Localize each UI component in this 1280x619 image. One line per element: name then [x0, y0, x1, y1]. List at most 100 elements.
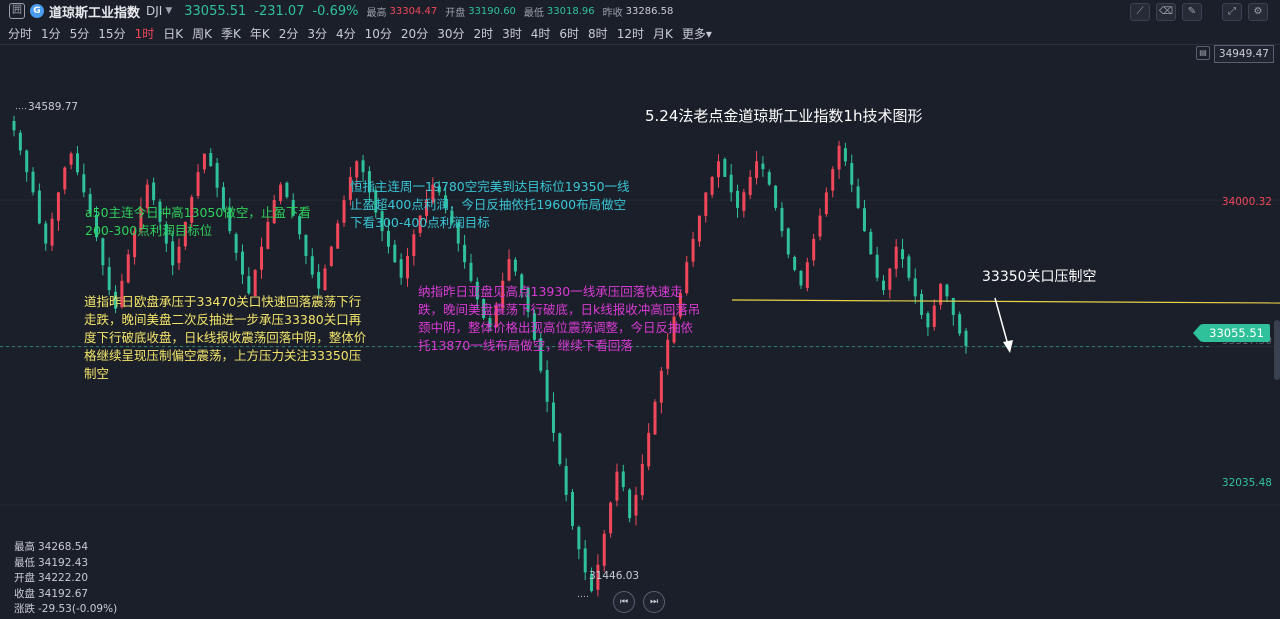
- candle-body: [913, 278, 917, 297]
- candle-body: [850, 163, 854, 185]
- candle-body: [75, 153, 79, 173]
- candle-body: [875, 254, 879, 278]
- candle-body: [824, 192, 828, 215]
- candle-body: [729, 174, 733, 193]
- candle-body: [317, 271, 321, 289]
- price-change-pct: -0.69%: [312, 3, 359, 19]
- candle-body: [577, 527, 581, 550]
- price-change: -231.07: [254, 3, 305, 19]
- candle-body: [564, 466, 568, 495]
- tab-period[interactable]: 2分: [279, 25, 299, 42]
- candle-body: [609, 502, 613, 534]
- candle-body: [653, 401, 657, 435]
- high-label: 最高: [366, 7, 387, 19]
- tab-period[interactable]: 20分: [401, 25, 428, 42]
- tab-period[interactable]: 1分: [41, 25, 61, 42]
- candle-body: [723, 159, 727, 177]
- candle-body: [793, 257, 797, 270]
- candle-body: [755, 161, 759, 179]
- eraser-icon[interactable]: ⌫: [1156, 3, 1176, 21]
- chevron-down-icon[interactable]: ▼: [165, 6, 172, 16]
- candle-body: [818, 215, 822, 237]
- instrument-code[interactable]: DJI: [146, 4, 162, 18]
- pencil-icon[interactable]: ✎: [1182, 3, 1202, 21]
- candle-body: [44, 223, 48, 244]
- tab-period[interactable]: 3时: [502, 25, 522, 42]
- tab-period[interactable]: 10分: [365, 25, 392, 42]
- candle-body: [101, 238, 105, 266]
- tab-period[interactable]: 3分: [307, 25, 327, 42]
- candle-body: [736, 190, 740, 208]
- candle-body: [336, 223, 340, 249]
- instrument-name[interactable]: 道琼斯工业指数: [49, 2, 140, 21]
- info-low-value: 34192.43: [38, 556, 89, 569]
- candle-body: [202, 153, 206, 170]
- candle-body: [602, 533, 606, 566]
- candle-body: [551, 402, 555, 433]
- chart-title-annotation: 5.24法老点金道琼斯工业指数1h技术图形: [645, 107, 923, 125]
- candle-body: [25, 150, 29, 173]
- tab-period[interactable]: 12时: [617, 25, 644, 42]
- tab-period[interactable]: 6时: [559, 25, 579, 42]
- tab-period[interactable]: 5分: [70, 25, 90, 42]
- tab-period[interactable]: 4时: [531, 25, 551, 42]
- candle-body: [513, 259, 517, 272]
- candle-body: [831, 169, 835, 191]
- bar-info-panel: 最高 34268.54 最低 34192.43 开盘 34222.20 收盘 34192…: [14, 540, 117, 618]
- tab-period[interactable]: 月K: [653, 25, 673, 42]
- candle-body: [31, 171, 35, 193]
- line-tool-icon[interactable]: ⟋: [1130, 3, 1150, 21]
- tab-period[interactable]: 季K: [221, 25, 241, 42]
- candle-body: [507, 259, 511, 281]
- tab-period[interactable]: 8时: [588, 25, 608, 42]
- tab-period[interactable]: 30分: [437, 25, 464, 42]
- lock-icon[interactable]: ▤: [1196, 46, 1210, 60]
- candle-body: [951, 297, 955, 315]
- candle-body: [323, 268, 327, 291]
- candle-body: [12, 121, 16, 131]
- candle-body: [355, 161, 359, 178]
- tab-period[interactable]: 15分: [98, 25, 125, 42]
- candle-body: [310, 256, 314, 275]
- candle-body: [260, 246, 264, 270]
- open-label: 开盘: [445, 7, 466, 19]
- current-price-tag: 33055.51: [1193, 324, 1270, 342]
- info-chg-value: -29.53(-0.09%): [38, 603, 118, 615]
- candle-body: [786, 228, 790, 255]
- tab-period[interactable]: 1时: [135, 25, 155, 42]
- tab-period[interactable]: 周K: [192, 25, 212, 42]
- candle-body: [171, 241, 175, 266]
- dow-annotation: 道指昨日欧盘承压于33470关口快速回落震荡下行走跌，晚间美盘二次反抽进一步承压…: [84, 294, 367, 381]
- tab-period[interactable]: 日K: [163, 25, 183, 42]
- candle-body: [361, 160, 365, 173]
- settings-icon[interactable]: ⚙: [1248, 3, 1268, 21]
- info-high-value: 34268.54: [38, 541, 89, 553]
- info-high-label: 最高: [14, 541, 35, 553]
- scrollbar[interactable]: [1274, 320, 1280, 380]
- info-open-label: 开盘: [14, 572, 35, 584]
- candle-body: [209, 153, 213, 167]
- prev-icon[interactable]: ⏮: [613, 591, 635, 613]
- next-icon[interactable]: ⏭: [643, 591, 665, 613]
- hsi-annotation: 恒指主连周一19780空完美到达目标位19350一线止盈超400点利润，今日反抽…: [350, 179, 630, 230]
- tab-period[interactable]: 2时: [473, 25, 493, 42]
- period-tabs: 分时 1分 5分 15分 1时 日K 周K 季K 年K 2分 3分 4分 10分 20分 30分 2时 3时 4时…: [0, 24, 712, 42]
- high-value: 33304.47: [389, 5, 438, 17]
- tab-period[interactable]: 年K: [250, 25, 270, 42]
- expand-icon[interactable]: ⤢: [1222, 3, 1242, 21]
- candle-body: [621, 471, 625, 488]
- nasdaq-annotation: 纳指昨日亚盘见高点13930一线承压回落快速走跌，晚间美盘震荡下行破底，日k线报…: [418, 284, 701, 353]
- tab-period[interactable]: 4分: [336, 25, 356, 42]
- candle-body: [405, 255, 409, 279]
- candle-body: [37, 190, 41, 224]
- candle-body: [399, 259, 403, 278]
- resistance-annotation: 33350关口压制空: [982, 269, 1097, 285]
- candle-body: [907, 256, 911, 278]
- tab-period[interactable]: 分时: [8, 25, 32, 42]
- tab-period[interactable]: 更多▾: [682, 25, 712, 42]
- candle-body: [748, 176, 752, 196]
- candle-body: [571, 492, 575, 526]
- info-low-label: 最低: [14, 556, 35, 569]
- candle-body: [240, 251, 244, 275]
- candle-body: [82, 174, 86, 193]
